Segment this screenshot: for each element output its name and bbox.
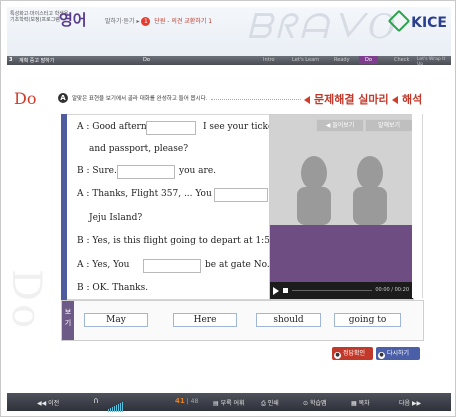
lesson-section: Do [143, 57, 150, 63]
play-icon[interactable] [273, 287, 279, 295]
question-badge: A [58, 93, 68, 103]
word-bank-label: 보기 [62, 301, 74, 340]
volume-bars-icon[interactable] [108, 397, 124, 416]
answer-blank-1[interactable] [146, 121, 196, 135]
kice-logo-icon [387, 9, 411, 33]
answer-blank-4[interactable] [143, 259, 201, 273]
dialog-line: you are. [179, 166, 217, 176]
instruction-text: 알맞은 표현을 보기에서 골라 대화를 완성하고 들어 봅시다. [72, 96, 208, 102]
check-answer-button[interactable]: ● 정답확인 [332, 347, 373, 360]
triangle-left-icon [392, 96, 398, 104]
tab-intro[interactable]: Intro [263, 57, 275, 63]
dialog-accent-bar [61, 114, 67, 300]
app-frame: 특성화고·마이스터고 학생용 기초학력(보정)프로그램 영어 말하기·듣기 ▸ … [0, 0, 456, 417]
word-option-here[interactable]: Here [173, 313, 237, 327]
lesson-tabbar: 3 계획 중고 말하기 Do Intro Let's Learn Ready D… [7, 56, 451, 67]
dialog-line: and passport, please? [89, 144, 189, 154]
check-icon: ● [334, 352, 341, 359]
page-current: 41 [175, 397, 185, 405]
page-indicator: 41 | 48 [175, 397, 198, 405]
header: 특성화고·마이스터고 학생용 기초학력(보정)프로그램 영어 말하기·듣기 ▸ … [7, 7, 451, 67]
list-icon: ▦ [351, 400, 357, 407]
speaker-body-right [353, 187, 387, 225]
tab-lets-learn[interactable]: Let's Learn [292, 57, 319, 63]
lesson-title: 계획 중고 말하기 [19, 58, 55, 64]
answer-blank-3[interactable] [214, 188, 268, 202]
toc-label: 목차 [358, 400, 370, 407]
video-player[interactable]: ◀ 들어보기 말해보기 00:00 / 00:20 [269, 114, 414, 300]
breadcrumb-separator: ▸ [136, 18, 140, 25]
video-time: 00:00 / 00:20 [375, 287, 409, 293]
speaker-head-left [301, 156, 327, 190]
speaker-silhouettes [297, 156, 387, 225]
kice-logo: KICE [387, 9, 447, 33]
do-watermark: Do [3, 269, 49, 332]
toc-button[interactable]: ▦ 목차 [351, 398, 370, 407]
dialog-line: B : Sure. [77, 166, 117, 176]
book-icon: ▤ [213, 400, 219, 407]
dialog-line: A : Yes, You [77, 260, 130, 270]
dialog-line: B : OK. Thanks. [77, 283, 149, 293]
unit-number-badge: 1 [141, 17, 151, 26]
retry-button[interactable]: ● 다시하기 [376, 347, 420, 360]
print-label: 인쇄 [267, 400, 279, 407]
dialog-line: A : Thanks, Flight 357, ... You are [77, 189, 230, 199]
appendix-vocab-label: 부록 어휘 [220, 400, 245, 407]
breadcrumb-section: 말하기·듣기 [105, 18, 135, 25]
word-option-going-to[interactable]: going to [334, 313, 401, 327]
retry-icon: ● [378, 352, 385, 359]
video-progress[interactable] [292, 290, 372, 291]
appendix-vocab-button[interactable]: ▤ 부록 어휘 [213, 398, 245, 407]
hint-link[interactable]: 문제해결 실마리 [304, 91, 389, 107]
word-option-should[interactable]: should [256, 313, 321, 327]
print-button[interactable]: ⎙ 인쇄 [261, 398, 279, 408]
study-map-button[interactable]: ⊙ 학습맵 [303, 398, 327, 407]
check-answer-label: 정답확인 [343, 350, 366, 357]
breadcrumb: 말하기·듣기 ▸ 1 단원 - 의견 교환하기 1 [105, 16, 212, 26]
dialog-line: I see your ticket [203, 122, 277, 132]
tab-ready[interactable]: Ready [334, 57, 350, 63]
tab-wrap-up[interactable]: Let's Wrap It Up [417, 57, 451, 67]
subject-title: 영어 [59, 11, 87, 29]
unit-title: 단원 - 의견 교환하기 1 [154, 18, 213, 25]
print-icon: ⎙ [261, 400, 266, 407]
section-title: Do [14, 89, 37, 108]
dotted-divider [211, 99, 301, 100]
word-option-may[interactable]: May [84, 313, 148, 327]
tab-check[interactable]: Check [394, 57, 409, 63]
map-icon: ⊙ [303, 400, 309, 407]
translation-link[interactable]: 해석 [392, 91, 422, 107]
retry-label: 다시하기 [387, 350, 410, 357]
triangle-left-icon [304, 96, 310, 104]
video-side-panel [412, 114, 423, 298]
decorative-letters: ᗷᖇᗩᐯO [247, 7, 400, 47]
headphones-icon[interactable]: ∩ [93, 396, 99, 405]
speaker-head-right [357, 156, 383, 190]
tab-do[interactable]: Do [359, 56, 378, 64]
word-bank: 보기 May Here should going to [61, 300, 424, 341]
dialog-panel: A : Good afternoon. I see your ticket an… [61, 114, 322, 300]
speaker-body-left [297, 187, 331, 225]
prev-button[interactable]: ◀◀ 이전 [37, 398, 59, 407]
stop-icon[interactable] [283, 288, 288, 293]
video-stage [270, 225, 413, 282]
study-map-label: 학습맵 [309, 400, 327, 407]
kice-logo-text: KICE [411, 15, 447, 31]
lesson-number: 3 [9, 57, 13, 63]
page-separator: | [186, 398, 189, 405]
dialog-line: Jeju Island? [89, 213, 143, 223]
bottom-toolbar: ◀◀ 이전 ∩ 41 | 48 ▤ 부록 어휘 ⎙ 인쇄 ⊙ 학습맵 ▦ 목차 … [7, 393, 451, 412]
dialog-line: B : Yes, is this flight going to depart … [77, 236, 281, 246]
translation-link-label: 해석 [402, 93, 423, 106]
answer-blank-2[interactable] [117, 165, 175, 179]
next-button[interactable]: 다음 ▶▶ [399, 398, 421, 407]
page-total: 48 [190, 398, 199, 405]
hint-link-label: 문제해결 실마리 [314, 93, 389, 106]
video-controls: 00:00 / 00:20 [270, 282, 413, 299]
